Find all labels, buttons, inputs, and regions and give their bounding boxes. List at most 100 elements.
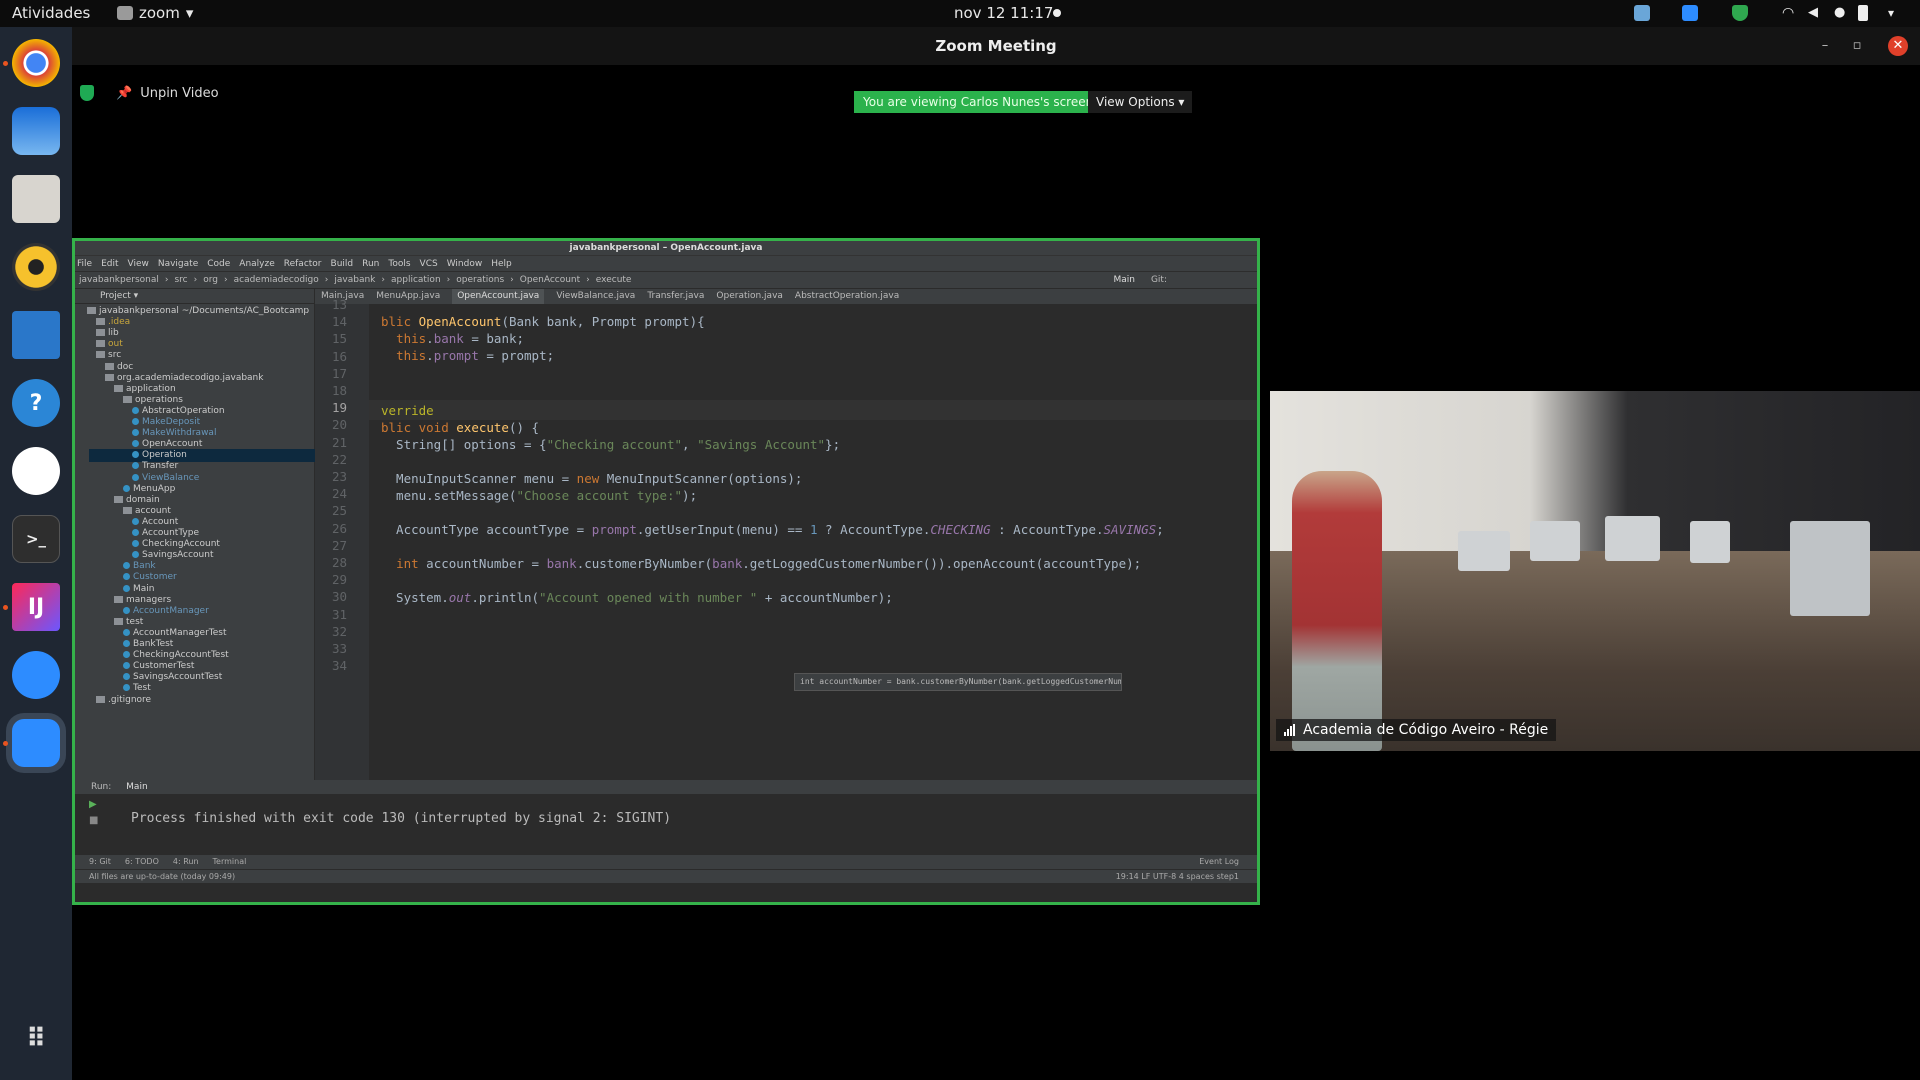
editor-tab[interactable]: Operation.java bbox=[716, 289, 783, 304]
editor-tab[interactable]: MenuApp.java bbox=[376, 289, 440, 304]
microphone-icon[interactable]: ● bbox=[1834, 5, 1850, 21]
unpin-video-button[interactable]: 📌 Unpin Video bbox=[80, 85, 219, 101]
thunderbird-icon[interactable] bbox=[12, 107, 60, 155]
intellij-icon[interactable]: IJ bbox=[12, 583, 60, 631]
battery-icon[interactable] bbox=[1858, 5, 1868, 21]
ide-menu-item[interactable]: Help bbox=[491, 256, 512, 271]
breadcrumb-item[interactable]: operations bbox=[456, 272, 504, 288]
video-monitor bbox=[1530, 521, 1580, 561]
project-tree-label: test bbox=[126, 616, 144, 627]
breadcrumb-item[interactable]: src bbox=[174, 272, 187, 288]
zoom-tray-icon[interactable] bbox=[1682, 5, 1698, 21]
tool-window-tab[interactable]: 6: TODO bbox=[125, 857, 159, 866]
code-line: System.out.println("Account opened with … bbox=[381, 590, 893, 605]
class-icon bbox=[132, 473, 139, 481]
zoom-active-icon[interactable] bbox=[12, 719, 60, 767]
project-tree-label: Operation bbox=[142, 450, 187, 461]
volume-icon[interactable]: ◀ bbox=[1808, 5, 1824, 21]
slack-tray-icon[interactable] bbox=[1634, 5, 1650, 21]
run-config-selector[interactable]: Main bbox=[1113, 272, 1135, 288]
folder-icon bbox=[105, 373, 114, 381]
code-editor[interactable]: 13 14 15 16 17 18 19 20 21 22 23 24 25 26 27 28 29 30 31 32… bbox=[315, 297, 1257, 780]
code-line: int accountNumber = bank.customerByNumbe… bbox=[396, 556, 1142, 571]
project-panel-header[interactable]: Project ▾ bbox=[75, 289, 314, 304]
activities-button[interactable]: Atividades bbox=[12, 4, 90, 22]
libreoffice-writer-icon[interactable] bbox=[12, 311, 60, 359]
minimize-icon[interactable]: – bbox=[1816, 37, 1834, 55]
stop-icon[interactable]: ■ bbox=[89, 815, 98, 826]
breadcrumb-separator: › bbox=[164, 275, 169, 285]
tool-window-bar: 9: Git 6: TODO 4: Run Terminal Event Log bbox=[75, 855, 1257, 869]
event-log-button[interactable]: Event Log bbox=[1199, 855, 1239, 869]
system-menu-chevron-icon[interactable]: ▾ bbox=[1888, 5, 1904, 21]
breadcrumb-item[interactable]: academiadecodigo bbox=[234, 272, 319, 288]
editor-tab[interactable]: OpenAccount.java bbox=[452, 289, 545, 304]
class-icon bbox=[123, 662, 130, 670]
run-tab-main[interactable]: Main bbox=[126, 782, 148, 792]
breadcrumb-item[interactable]: execute bbox=[596, 272, 632, 288]
maximize-icon[interactable]: ▫ bbox=[1848, 37, 1866, 55]
ide-menu-item[interactable]: Navigate bbox=[158, 256, 198, 271]
viewing-screen-banner: You are viewing Carlos Nunes's screen bbox=[854, 91, 1103, 113]
participant-video[interactable]: Academia de Código Aveiro - Régie bbox=[1270, 391, 1920, 751]
project-tree-label: domain bbox=[126, 494, 160, 505]
line-number: 19 bbox=[331, 400, 347, 416]
breadcrumb-item[interactable]: application bbox=[391, 272, 441, 288]
video-monitor bbox=[1458, 531, 1510, 571]
tool-window-tab[interactable]: 4: Run bbox=[173, 857, 199, 866]
tool-window-tab[interactable]: 9: Git bbox=[89, 857, 111, 866]
ide-menu-bar: File Edit View Navigate Code Analyze Refactor B… bbox=[75, 255, 1257, 271]
wifi-icon[interactable]: ◠ bbox=[1782, 5, 1798, 21]
project-tree-label: Customer bbox=[133, 572, 177, 583]
ide-menu-item[interactable]: View bbox=[128, 256, 149, 271]
close-icon[interactable]: ✕ bbox=[1888, 36, 1908, 56]
ide-menu-item[interactable]: Code bbox=[207, 256, 230, 271]
editor-tab[interactable]: ViewBalance.java bbox=[556, 289, 635, 304]
ide-menu-item[interactable]: Analyze bbox=[239, 256, 274, 271]
project-tree-label: AccountType bbox=[142, 528, 200, 538]
help-icon[interactable]: ? bbox=[12, 379, 60, 427]
breadcrumb-item[interactable]: javabankpersonal bbox=[79, 272, 159, 288]
ide-menu-item[interactable]: Edit bbox=[101, 256, 118, 271]
project-tree-label: ViewBalance bbox=[142, 472, 200, 483]
project-tree-item[interactable]: .gitignore bbox=[96, 694, 151, 707]
class-icon bbox=[132, 451, 139, 459]
breadcrumb-item[interactable]: OpenAccount bbox=[520, 272, 580, 288]
dock: ? >_ IJ ⠿ bbox=[0, 27, 72, 1080]
folder-icon bbox=[105, 362, 114, 370]
editor-tab[interactable]: Transfer.java bbox=[647, 289, 704, 304]
running-indicator bbox=[3, 61, 8, 66]
chrome-icon[interactable] bbox=[12, 39, 60, 87]
breadcrumb-item[interactable]: javabank bbox=[334, 272, 375, 288]
ide-menu-item[interactable]: Run bbox=[362, 256, 379, 271]
ide-menu-item[interactable]: File bbox=[77, 256, 92, 271]
project-tree-label: Transfer bbox=[142, 461, 179, 472]
show-apps-icon[interactable]: ⠿ bbox=[12, 1015, 60, 1063]
class-icon bbox=[123, 628, 130, 636]
breadcrumb-item[interactable]: org bbox=[203, 272, 218, 288]
tool-window-tab[interactable]: Terminal bbox=[213, 857, 247, 866]
shield-tray-icon[interactable] bbox=[1732, 5, 1748, 21]
clock[interactable]: nov 12 11:17 bbox=[954, 4, 1053, 22]
app-menu-label: zoom bbox=[139, 4, 180, 22]
chevron-down-icon: ▾ bbox=[185, 4, 194, 22]
class-icon bbox=[132, 440, 139, 448]
slack-icon[interactable] bbox=[12, 447, 60, 495]
zoom-icon[interactable] bbox=[12, 651, 60, 699]
signal-bars-icon bbox=[1284, 724, 1295, 736]
app-menu[interactable]: zoom ▾ bbox=[117, 4, 193, 22]
code-line: menu.setMessage("Choose account type:"); bbox=[381, 488, 698, 503]
ide-menu-item[interactable]: Tools bbox=[388, 256, 410, 271]
ide-menu-item[interactable]: Build bbox=[331, 256, 354, 271]
editor-tab[interactable]: AbstractOperation.java bbox=[795, 289, 899, 304]
files-icon[interactable] bbox=[12, 175, 60, 223]
chevron-down-icon: ▾ bbox=[1178, 95, 1185, 109]
view-options-button[interactable]: View Options ▾ bbox=[1088, 91, 1193, 113]
rerun-icon[interactable]: ▶ bbox=[89, 799, 97, 810]
ide-menu-item[interactable]: Refactor bbox=[284, 256, 322, 271]
class-icon bbox=[132, 418, 139, 425]
terminal-icon[interactable]: >_ bbox=[12, 515, 60, 563]
rhythmbox-icon[interactable] bbox=[12, 243, 60, 291]
ide-menu-item[interactable]: VCS bbox=[420, 256, 438, 271]
ide-menu-item[interactable]: Window bbox=[447, 256, 483, 271]
